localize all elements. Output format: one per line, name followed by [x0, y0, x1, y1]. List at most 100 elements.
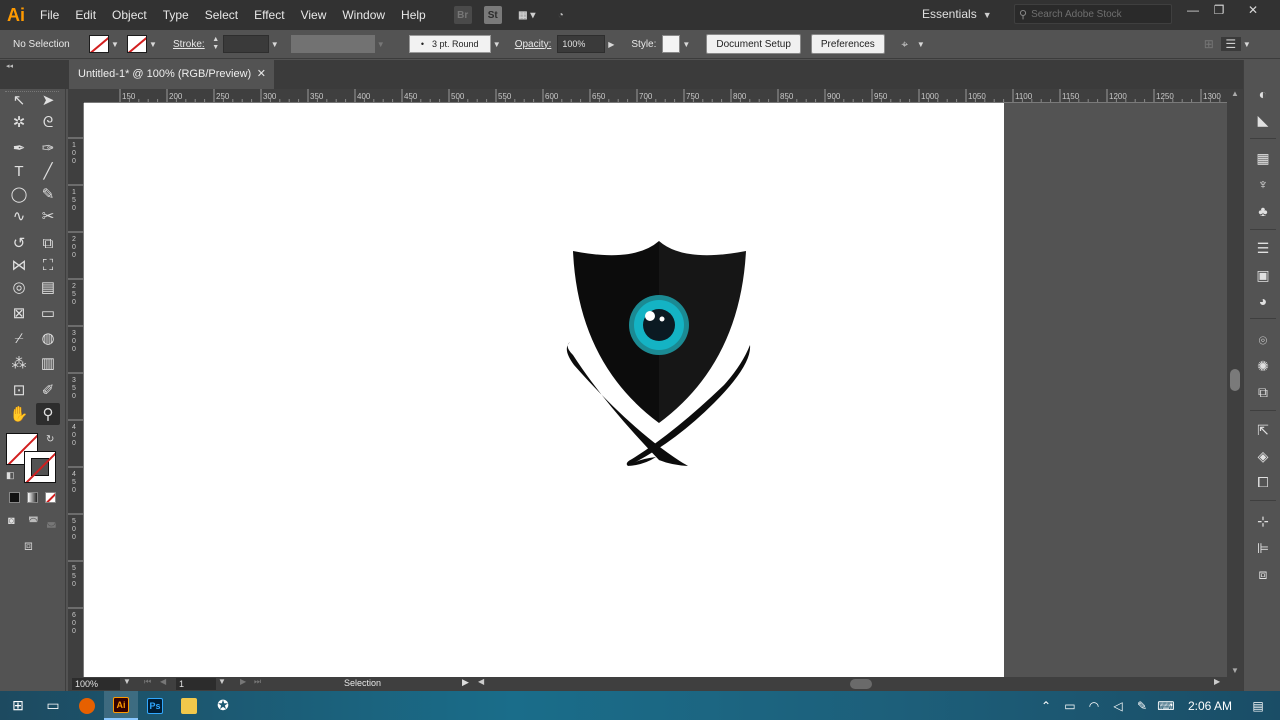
opacity-field[interactable]: 100% — [557, 35, 606, 53]
curvature-tool-icon[interactable]: ✑ — [36, 137, 60, 159]
stroke-spinner-icon[interactable]: ▲ ▼ — [211, 36, 221, 52]
keyboard-icon[interactable]: ⌨ — [1154, 699, 1178, 713]
wifi-icon[interactable]: ◠ — [1082, 699, 1106, 713]
mesh-tool-icon[interactable]: ⊠ — [7, 302, 31, 324]
stock-icon[interactable]: St — [483, 6, 502, 24]
zoom-tool-icon[interactable]: ⚲ — [36, 403, 60, 425]
stroke-weight-field[interactable] — [222, 35, 269, 53]
chevron-down-icon[interactable]: ▼ — [147, 40, 159, 49]
ellipse-tool-icon[interactable]: ◯ — [7, 183, 31, 205]
scroll-thumb[interactable] — [1230, 369, 1240, 391]
preferences-button[interactable]: Preferences — [810, 34, 885, 54]
chevron-down-icon[interactable]: ▼ — [269, 40, 281, 49]
transform-panel-icon[interactable]: ⊹ — [1252, 511, 1274, 531]
status-tool-label[interactable]: Selection — [344, 678, 381, 688]
panel-menu-icon[interactable]: ☰ — [1220, 37, 1241, 51]
type-tool-icon[interactable]: T — [7, 160, 31, 182]
gradient-panel-icon[interactable]: ▣ — [1252, 265, 1274, 285]
horizontal-scroll-thumb[interactable] — [850, 679, 872, 689]
selection-tool-icon[interactable]: ↖ — [7, 89, 31, 111]
restore-button[interactable]: ❐ — [1206, 0, 1232, 22]
menu-edit[interactable]: Edit — [67, 0, 104, 30]
gradient-tool-icon[interactable]: ▭ — [36, 302, 60, 324]
vertical-ruler[interactable]: 100150200250300350400450500550600 — [68, 103, 84, 677]
variable-width-profile[interactable] — [290, 35, 375, 53]
blend-tool-icon[interactable]: ◍ — [36, 327, 60, 349]
menu-view[interactable]: View — [293, 0, 335, 30]
artboard[interactable] — [84, 103, 1004, 677]
menu-window[interactable]: Window — [334, 0, 393, 30]
shaper-tool-icon[interactable]: ∿ — [7, 205, 31, 227]
eyedropper-tool-icon[interactable]: ⌿ — [7, 327, 31, 349]
rotate-tool-icon[interactable]: ↺ — [7, 232, 31, 254]
magic-wand-tool-icon[interactable]: ✲ — [7, 111, 31, 133]
draw-normal-icon[interactable]: ◙ — [8, 515, 15, 527]
symbols-panel-icon[interactable]: ♣ — [1252, 201, 1274, 221]
chevron-down-icon[interactable]: ▼ — [680, 40, 692, 49]
chevron-down-icon[interactable]: ▼ — [123, 677, 131, 686]
appearance-panel-icon[interactable]: ✺ — [1252, 356, 1274, 376]
stroke-indicator[interactable] — [24, 451, 56, 483]
free-transform-tool-icon[interactable]: ⛶ — [36, 254, 60, 276]
paintbrush-tool-icon[interactable]: ✎ — [36, 183, 60, 205]
zoom-level-field[interactable]: 100% — [72, 678, 120, 690]
brushes-panel-icon[interactable]: ♆ — [1252, 174, 1274, 194]
last-artboard-icon[interactable]: ⏭ — [254, 677, 261, 687]
stock-search[interactable]: ⚲ — [1014, 4, 1172, 24]
shape-builder-tool-icon[interactable]: ◎ — [7, 276, 31, 298]
bridge-icon[interactable]: Br — [453, 6, 472, 24]
scroll-down-icon[interactable]: ▼ — [1227, 666, 1243, 675]
play-icon[interactable]: ▶ — [462, 677, 469, 688]
perspective-grid-tool-icon[interactable]: ▤ — [36, 276, 60, 298]
chevron-right-icon[interactable]: ▶ — [605, 40, 617, 49]
scale-tool-icon[interactable]: ⧉ — [36, 232, 60, 254]
line-tool-icon[interactable]: ╱ — [36, 160, 60, 182]
menu-file[interactable]: File — [32, 0, 67, 30]
document-setup-button[interactable]: Document Setup — [706, 34, 801, 54]
graphic-styles-panel-icon[interactable]: ⧉ — [1252, 382, 1274, 402]
swap-colors-icon[interactable]: ↻ — [46, 434, 54, 445]
transparency-panel-icon[interactable]: ◕ — [1252, 291, 1274, 311]
canvas-area[interactable] — [84, 103, 1227, 677]
draw-behind-icon[interactable]: ◚ — [28, 515, 39, 528]
task-view-icon[interactable]: ▭ — [36, 691, 70, 720]
gpu-performance-icon[interactable]: ◔ — [552, 6, 570, 24]
system-clock[interactable]: 2:06 AM — [1188, 699, 1232, 713]
layers-panel-icon[interactable]: ◈ — [1252, 446, 1274, 466]
pen-tool-icon[interactable]: ✒ — [7, 137, 31, 159]
width-tool-icon[interactable]: ⋈ — [7, 254, 31, 276]
windows-start-icon[interactable]: ⊞ — [0, 691, 36, 720]
ruler-origin[interactable] — [68, 89, 84, 103]
menu-effect[interactable]: Effect — [246, 0, 292, 30]
previous-artboard-icon[interactable]: ◀ — [160, 677, 166, 686]
firefox-icon[interactable] — [70, 691, 104, 720]
fill-swatch[interactable] — [89, 35, 109, 53]
default-colors-icon[interactable]: ◧ — [6, 470, 15, 481]
artboards-panel-icon[interactable]: ⧠ — [1252, 472, 1274, 492]
battery-icon[interactable]: ▭ — [1058, 699, 1082, 713]
collapse-panel-icon[interactable]: ◂◂ — [6, 62, 13, 70]
next-artboard-icon[interactable]: ▶ — [240, 677, 246, 686]
column-graph-tool-icon[interactable]: ▥ — [36, 352, 60, 374]
first-artboard-icon[interactable]: ⏮ — [144, 677, 151, 687]
horizontal-ruler[interactable]: 150 200 250 300 350 400 450 500 550 600 650 700 750 8… — [84, 89, 1227, 103]
chevron-down-icon[interactable]: ▼ — [375, 40, 387, 49]
scissors-tool-icon[interactable]: ✂ — [36, 205, 60, 227]
scroll-right-icon[interactable]: ▶ — [1214, 677, 1220, 686]
vertical-scrollbar[interactable]: ▲ ▼ — [1227, 89, 1243, 677]
chevron-down-icon[interactable]: ▼ — [915, 40, 927, 49]
volume-icon[interactable]: ◁ — [1106, 699, 1130, 713]
tab-untitled-1[interactable]: Untitled-1* @ 100% (RGB/Preview) ✕ — [69, 60, 274, 89]
photoshop-taskbar-icon[interactable]: Ps — [138, 691, 172, 720]
pen-workspace-icon[interactable]: ✎ — [1130, 699, 1154, 713]
scroll-left-icon[interactable]: ◀ — [478, 677, 484, 686]
align-icon[interactable]: ⌖ — [895, 37, 915, 52]
stroke-label[interactable]: Stroke: — [173, 39, 205, 50]
menu-select[interactable]: Select — [197, 0, 246, 30]
scroll-up-icon[interactable]: ▲ — [1227, 89, 1243, 98]
arrange-documents-icon[interactable]: ▦ ▾ — [514, 6, 540, 24]
export-panel-icon[interactable]: ⇱ — [1252, 420, 1274, 440]
illustrator-taskbar-icon[interactable]: Ai — [104, 691, 138, 720]
brush-definition[interactable]: • 3 pt. Round — [408, 35, 491, 53]
chevron-down-icon[interactable]: ▼ — [109, 40, 121, 49]
